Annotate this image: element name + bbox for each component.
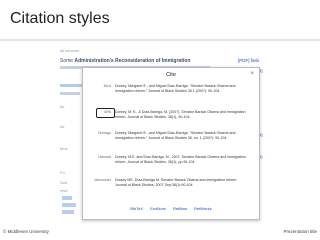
- bg-left-letter: for: [60, 124, 65, 129]
- bg-line: [60, 92, 80, 95]
- close-icon[interactable]: ×: [250, 71, 254, 77]
- citation-style-label: Vancouver: [94, 178, 111, 182]
- bg-highlight: [62, 210, 74, 214]
- bg-heading-bold: Administration's Reconsideration of Immi…: [74, 58, 191, 64]
- slide-title: Citation styles: [10, 10, 110, 27]
- export-refman-link[interactable]: RefMan: [173, 206, 187, 211]
- citation-style-label: Harvard: [98, 155, 111, 159]
- bg-highlight: [62, 203, 76, 207]
- bg-left-letter: for: [60, 104, 65, 109]
- export-links: BibTeX EndNote RefMan RefWorks: [83, 206, 259, 211]
- citation-text[interactable]: Dorsey ME, Díaz-Barriga M. Senator Barac…: [115, 178, 249, 187]
- cite-dialog-title: Cite: [166, 72, 176, 78]
- citation-text[interactable]: Dorsey, Margaret E., and Miguel Díaz-Bar…: [115, 131, 249, 140]
- bg-highlight: [62, 196, 72, 200]
- bg-left-letter: reve: [60, 188, 68, 193]
- bg-top-label: all sources: [60, 48, 80, 53]
- citation-text[interactable]: Dorsey, M. E., & Díaz-Barriga, M. (2007)…: [115, 110, 249, 119]
- cite-dialog: Cite × MLA Dorsey, Margaret E., and Migu…: [82, 67, 260, 220]
- footer-copyright: © Middlesex University: [3, 229, 49, 234]
- title-divider: [0, 39, 320, 41]
- citation-style-label: Chicago: [97, 131, 111, 135]
- citation-text[interactable]: Dorsey, Margaret E., and Miguel Díaz-Bar…: [115, 84, 249, 93]
- citation-style-label: APA: [104, 110, 111, 114]
- citation-text[interactable]: Dorsey, M.E. and Díaz-Barriga, M., 2007.…: [115, 155, 249, 164]
- footer-presentation-title: Prezentation title: [283, 229, 317, 234]
- export-refworks-link[interactable]: RefWorks: [194, 206, 211, 211]
- bg-left-letter: Mos: [60, 146, 68, 151]
- bg-heading-prefix: Some: [60, 58, 75, 64]
- export-bibtex-link[interactable]: BibTeX: [130, 206, 143, 211]
- bg-left-letter: Sort: [60, 180, 68, 185]
- bg-left-letter: Fo: [60, 170, 65, 175]
- bg-pdf-tag[interactable]: [PDF] fiebi: [238, 58, 259, 63]
- citation-style-label: MLA: [103, 84, 111, 88]
- export-endnote-link[interactable]: EndNote: [150, 206, 166, 211]
- bg-result-heading[interactable]: Some Administration's Reconsideration of…: [60, 58, 190, 64]
